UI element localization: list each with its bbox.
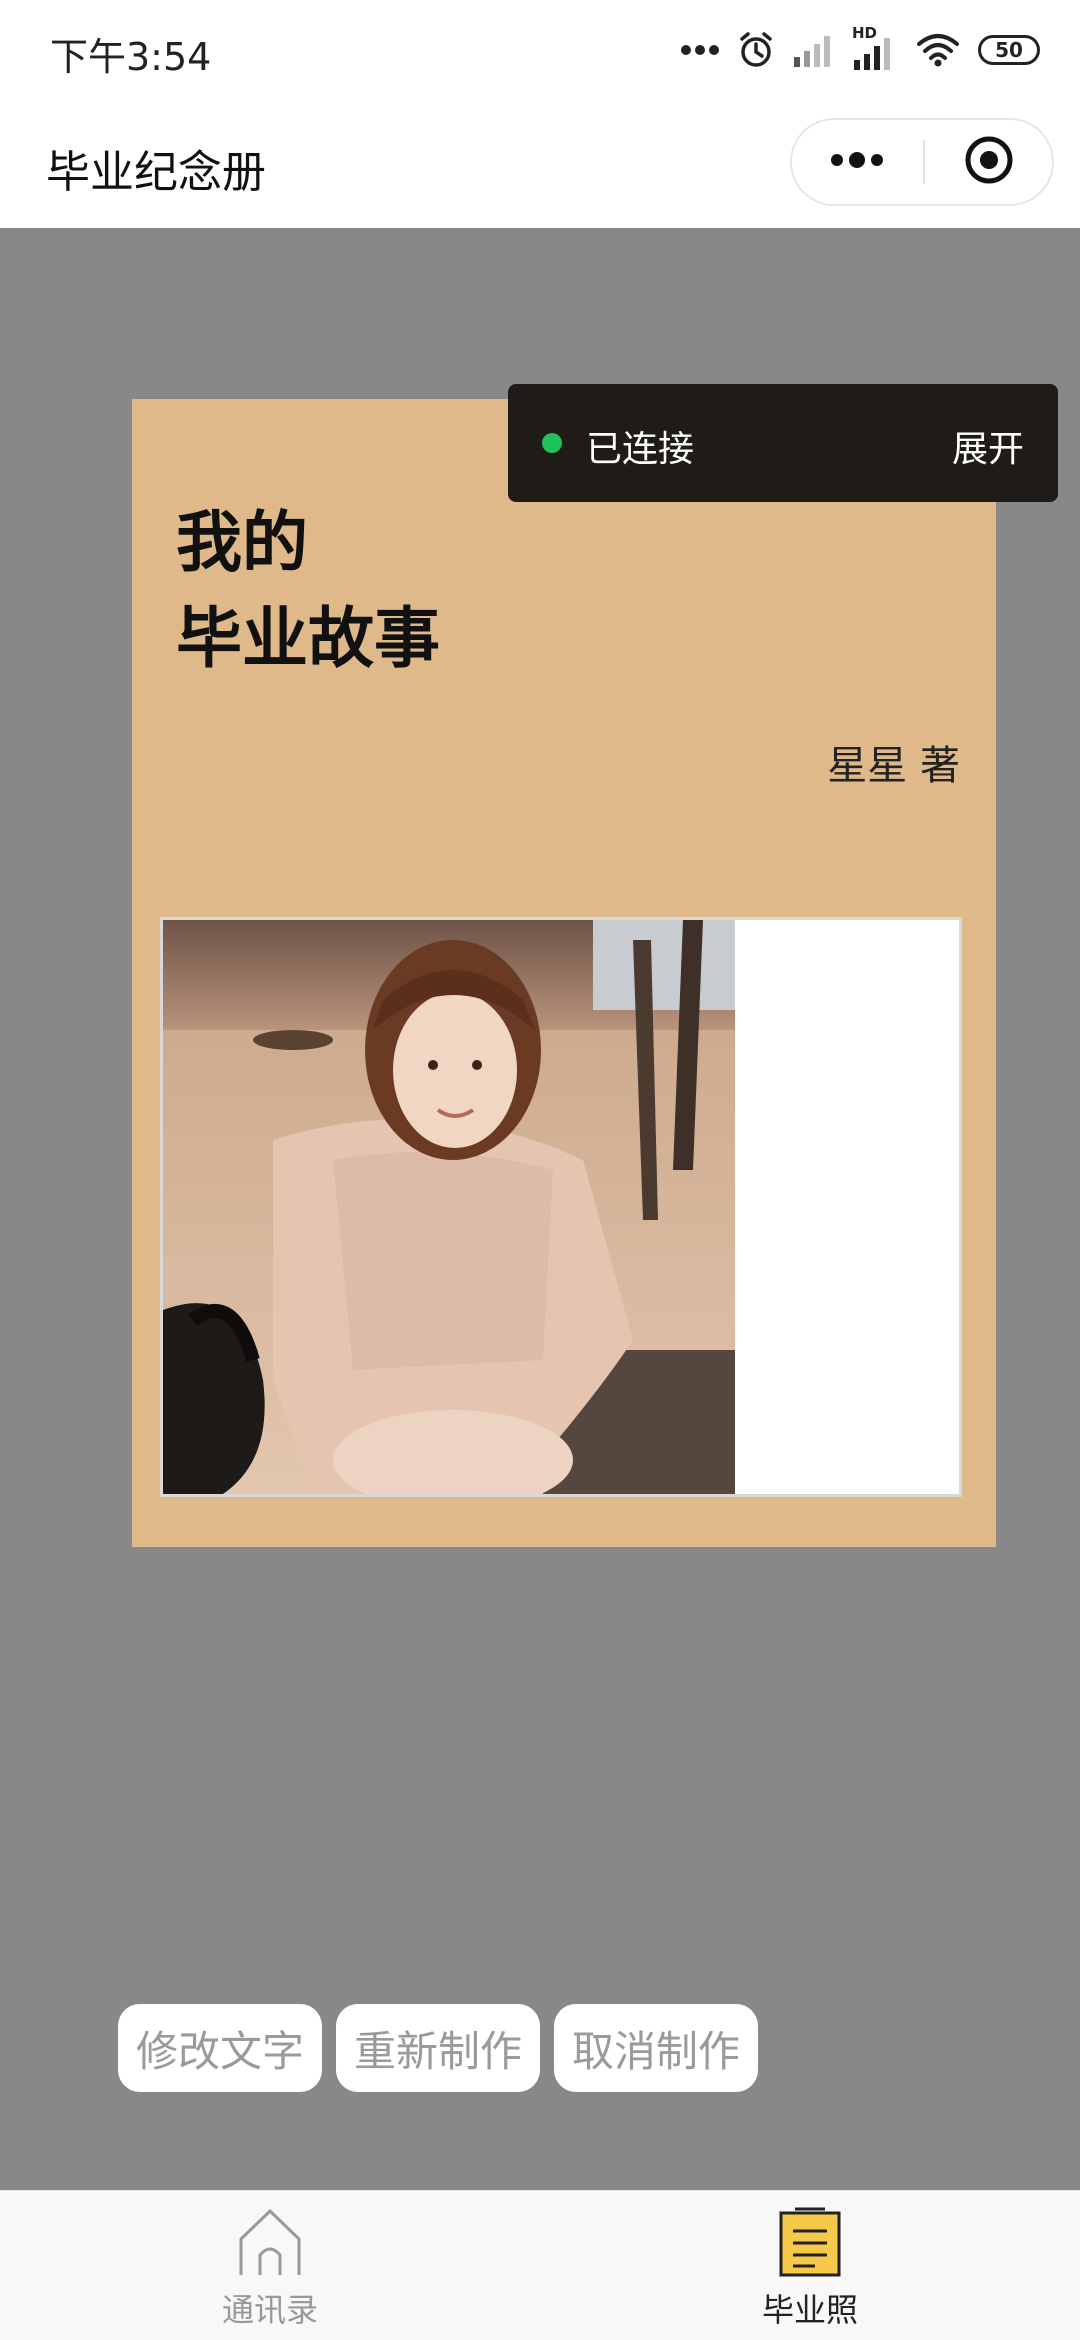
tab-contacts-label: 通讯录	[221, 2291, 318, 2329]
tab-graduation-photo[interactable]: 毕业照	[710, 2205, 910, 2335]
more-dots-icon	[680, 43, 720, 57]
battery-level: 50	[995, 38, 1023, 62]
more-dots-icon	[829, 152, 885, 172]
graduation-photo	[163, 920, 735, 1494]
status-bar: 下午3:54 HD 50	[0, 0, 1080, 100]
cover-title-line1: 我的	[176, 504, 308, 581]
screen: 下午3:54 HD 50 毕业纪念册 我的 毕业故事 星星 著 已连接 展开 修…	[0, 0, 1080, 2340]
cover-title-line2: 毕业故事	[176, 600, 440, 677]
signal-icon	[792, 33, 834, 67]
alarm-icon	[738, 31, 774, 69]
tab-contacts[interactable]: 通讯录	[170, 2205, 370, 2335]
target-close-icon	[963, 134, 1015, 190]
signal-hd-icon: HD	[852, 24, 898, 70]
action-buttons: 修改文字 重新制作 取消制作	[118, 2004, 758, 2092]
status-time: 下午3:54	[50, 35, 212, 79]
cover-author: 星星 著	[827, 743, 960, 789]
notepad-icon	[775, 2205, 845, 2281]
more-options-button[interactable]	[792, 120, 922, 204]
expand-button[interactable]: 展开	[952, 420, 1024, 472]
page-title: 毕业纪念册	[46, 147, 266, 198]
remake-button[interactable]: 重新制作	[336, 2004, 540, 2092]
tab-graduation-photo-label: 毕业照	[761, 2291, 858, 2329]
close-mini-program-button[interactable]	[925, 120, 1053, 204]
cover-title: 我的 毕业故事	[176, 495, 440, 687]
tab-bar: 通讯录 毕业照	[0, 2190, 1080, 2340]
title-bar: 毕业纪念册	[0, 100, 1080, 228]
connection-status: 已连接	[586, 429, 695, 470]
main-content: 我的 毕业故事 星星 著 已连接 展开 修改文字 重新制作 取消制作	[0, 228, 1080, 2190]
edit-text-button[interactable]: 修改文字	[118, 2004, 322, 2092]
photo-frame[interactable]	[160, 917, 962, 1497]
wifi-icon	[916, 33, 960, 67]
connection-toast: 已连接 展开	[508, 384, 1058, 502]
connected-status-dot-icon	[542, 433, 562, 453]
album-cover: 我的 毕业故事 星星 著	[132, 399, 996, 1547]
mini-program-capsule	[790, 118, 1054, 206]
status-icons: HD 50	[680, 24, 1040, 76]
home-icon	[235, 2205, 305, 2281]
cancel-making-button[interactable]: 取消制作	[554, 2004, 758, 2092]
battery-indicator: 50	[978, 35, 1040, 65]
